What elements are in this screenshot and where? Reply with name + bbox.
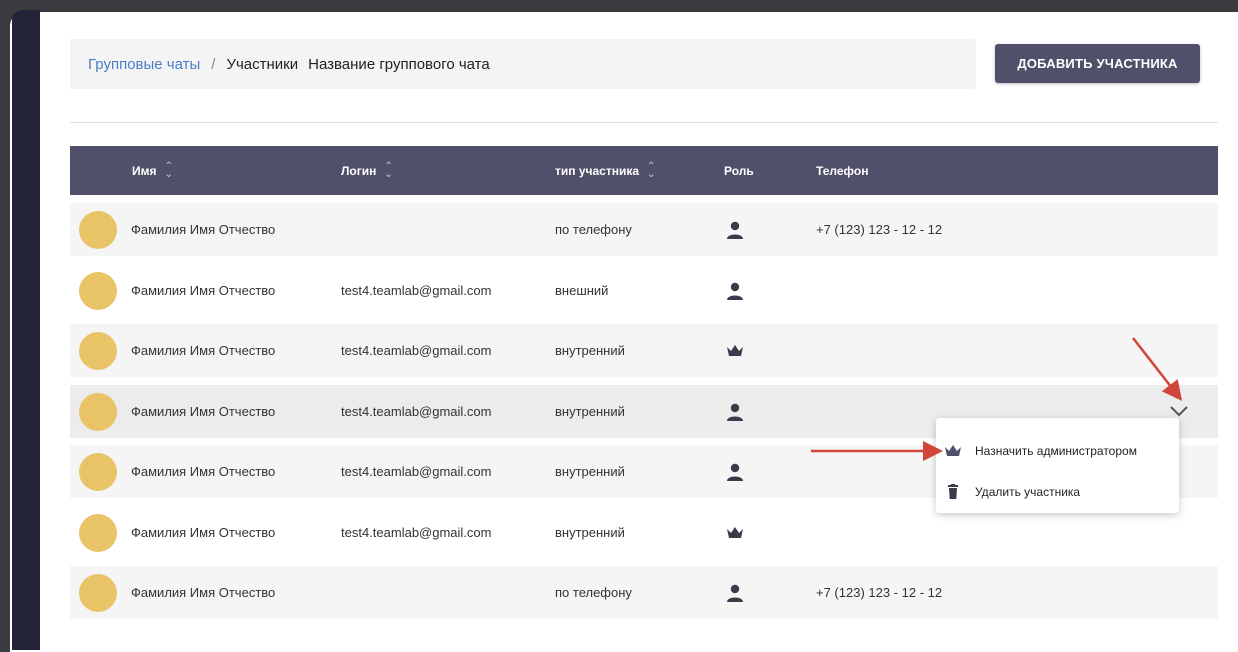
cell-type: внутренний <box>555 343 625 358</box>
column-header-type[interactable]: тип участника ⌃ ⌄ <box>555 146 655 195</box>
table-row[interactable]: Фамилия Имя Отчество по телефону +7 (123) … <box>70 566 1218 619</box>
breadcrumb-current: Участники <box>226 55 299 73</box>
cell-type: внутренний <box>555 403 625 419</box>
crown-icon <box>945 445 961 456</box>
breadcrumb-chat-name: Название группового чата <box>308 55 490 73</box>
cell-name: Фамилия Имя Отчество <box>131 403 276 419</box>
user-icon <box>725 402 745 422</box>
cell-login: test4.teamlab@gmail.com <box>341 282 492 298</box>
cell-name: Фамилия Имя Отчество <box>131 585 276 600</box>
cell-name: Фамилия Имя Отчество <box>131 343 276 358</box>
cell-name: Фамилия Имя Отчество <box>131 524 276 540</box>
user-icon <box>725 281 745 301</box>
column-header-login-label: Логин <box>341 163 377 178</box>
column-header-role-label: Роль <box>724 163 754 178</box>
avatar <box>79 574 117 612</box>
menu-item-remove-member[interactable]: Удалить участника <box>936 472 1179 512</box>
breadcrumb-separator: / <box>211 55 216 73</box>
cell-type: по телефону <box>555 585 632 600</box>
menu-item-label: Назначить администратором <box>975 444 1137 458</box>
cell-type: внутренний <box>555 464 625 479</box>
column-header-name[interactable]: Имя ⌃ ⌄ <box>132 146 173 195</box>
cell-type: по телефону <box>555 222 632 237</box>
cell-type: внутренний <box>555 524 625 540</box>
breadcrumb-link-group-chats[interactable]: Групповые чаты <box>88 56 200 73</box>
cell-phone: +7 (123) 123 - 12 - 12 <box>816 222 943 237</box>
breadcrumb: Групповые чаты / Участники Название груп… <box>70 39 976 89</box>
avatar <box>79 332 117 370</box>
column-header-login[interactable]: Логин ⌃ ⌄ <box>341 146 393 195</box>
column-header-phone-label: Телефон <box>816 163 869 178</box>
sort-icon[interactable]: ⌃ ⌄ <box>165 161 173 179</box>
user-icon <box>725 583 745 603</box>
user-icon <box>725 462 745 482</box>
avatar <box>79 453 117 491</box>
cell-phone: +7 (123) 123 - 12 - 12 <box>816 585 943 600</box>
cell-name: Фамилия Имя Отчество <box>131 282 276 298</box>
crown-icon <box>725 341 745 361</box>
cell-login: test4.teamlab@gmail.com <box>341 403 492 419</box>
sort-icon[interactable]: ⌃ ⌄ <box>647 161 655 179</box>
sort-icon[interactable]: ⌃ ⌄ <box>384 161 392 179</box>
cell-name: Фамилия Имя Отчество <box>131 222 276 237</box>
table-row[interactable]: Фамилия Имя Отчество test4.teamlab@gmail.… <box>70 505 1218 559</box>
table-header: Имя ⌃ ⌄ Логин ⌃ ⌄ тип участника ⌃ ⌄ Роль Те… <box>70 146 1218 195</box>
column-header-role: Роль <box>724 146 754 195</box>
trash-icon <box>948 484 958 499</box>
user-icon <box>725 220 745 240</box>
left-sidebar <box>12 10 40 650</box>
avatar <box>79 392 117 431</box>
column-header-type-label: тип участника <box>555 163 640 178</box>
avatar <box>79 513 117 552</box>
menu-item-label: Удалить участника <box>975 485 1081 499</box>
divider <box>70 122 1218 123</box>
column-header-name-label: Имя <box>132 163 157 178</box>
menu-item-make-admin[interactable]: Назначить администратором <box>936 431 1179 471</box>
add-member-button[interactable]: ДОБАВИТЬ УЧАСТНИКА <box>995 44 1200 83</box>
cell-login: test4.teamlab@gmail.com <box>341 464 492 479</box>
table-row[interactable]: Фамилия Имя Отчество test4.teamlab@gmail.… <box>70 263 1218 317</box>
avatar <box>79 271 117 310</box>
crown-icon <box>725 523 745 543</box>
table-row[interactable]: Фамилия Имя Отчество test4.teamlab@gmail.… <box>70 324 1218 377</box>
row-action-menu: Назначить администратором Удалить участн… <box>936 418 1179 513</box>
avatar <box>79 211 117 249</box>
cell-login: test4.teamlab@gmail.com <box>341 343 492 358</box>
table-row[interactable]: Фамилия Имя Отчество по телефону +7 (123) … <box>70 203 1218 256</box>
cell-name: Фамилия Имя Отчество <box>131 464 276 479</box>
cell-type: внешний <box>555 282 609 298</box>
cell-login: test4.teamlab@gmail.com <box>341 524 492 540</box>
column-header-phone: Телефон <box>816 146 868 195</box>
